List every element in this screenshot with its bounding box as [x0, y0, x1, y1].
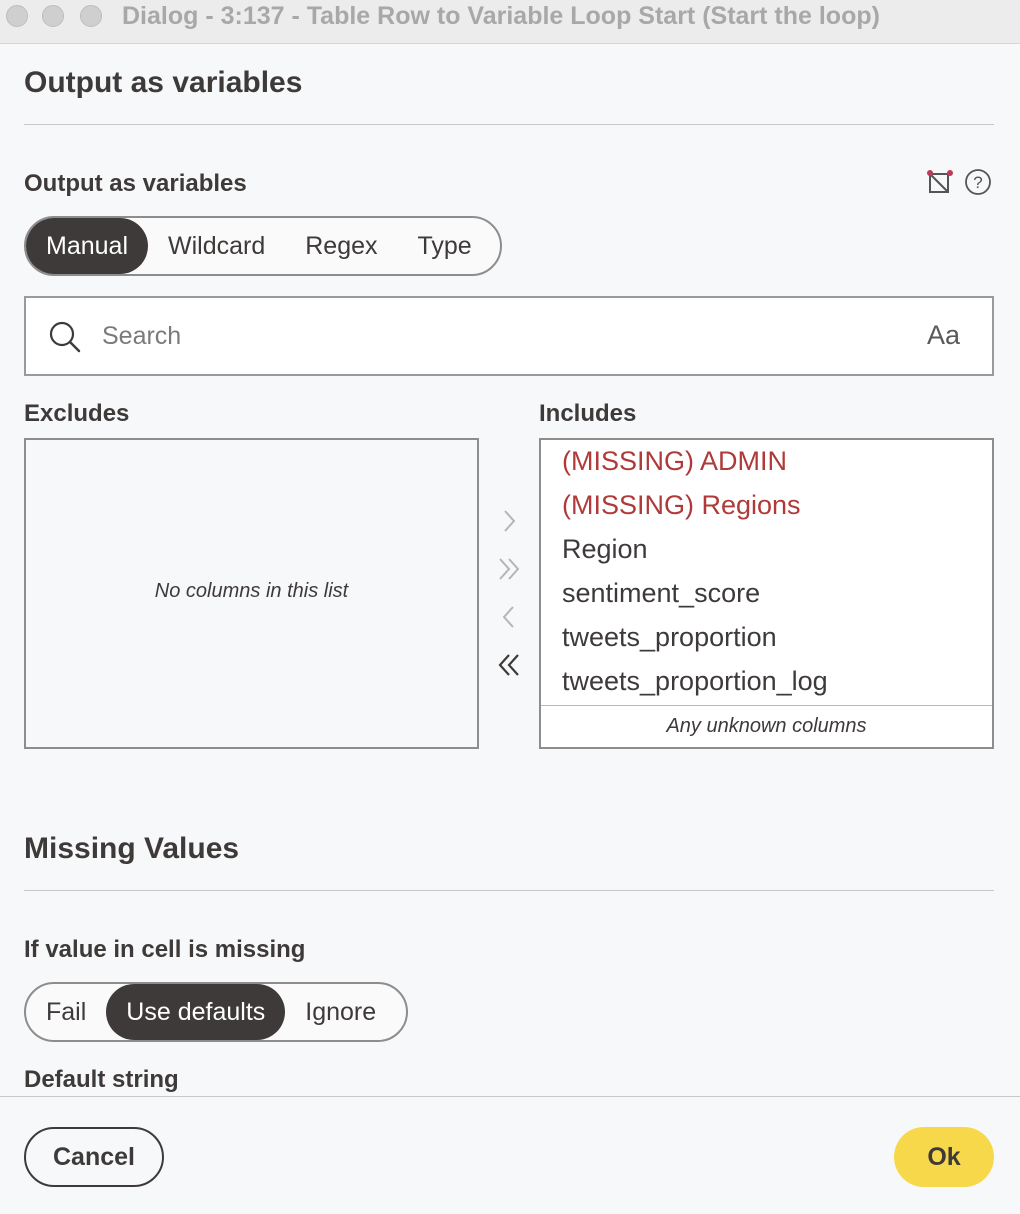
- help-icon[interactable]: ?: [964, 168, 992, 196]
- column-selection-mode-toggle: Manual Wildcard Regex Type: [24, 216, 502, 276]
- list-item[interactable]: (MISSING) ADMIN: [562, 446, 787, 477]
- move-right-icon[interactable]: [494, 506, 524, 536]
- flow-variable-icon[interactable]: [926, 168, 954, 196]
- ok-button[interactable]: Ok: [894, 1127, 994, 1187]
- any-unknown-columns-row[interactable]: Any unknown columns: [541, 705, 992, 747]
- column-search-box: Aa: [24, 296, 994, 376]
- missing-value-mode-toggle: Fail Use defaults Ignore: [24, 982, 408, 1042]
- excludes-list[interactable]: No columns in this list: [24, 438, 479, 749]
- option-use-defaults[interactable]: Use defaults: [106, 984, 286, 1040]
- window-title: Dialog - 3:137 - Table Row to Variable L…: [122, 2, 880, 30]
- output-section-heading: Output as variables: [24, 66, 303, 99]
- output-section-divider: [24, 124, 994, 125]
- missing-field-label: If value in cell is missing: [24, 936, 306, 963]
- move-left-icon[interactable]: [494, 602, 524, 632]
- mode-manual[interactable]: Manual: [26, 218, 148, 274]
- option-ignore[interactable]: Ignore: [285, 984, 396, 1040]
- excludes-title: Excludes: [24, 400, 130, 427]
- search-input[interactable]: [102, 316, 902, 356]
- missing-values-heading: Missing Values: [24, 832, 240, 865]
- move-all-left-icon[interactable]: [494, 650, 524, 680]
- default-string-label: Default string: [24, 1066, 179, 1093]
- includes-list[interactable]: (MISSING) ADMIN (MISSING) Regions Region…: [539, 438, 994, 749]
- list-item[interactable]: tweets_proportion_log: [562, 666, 828, 697]
- search-icon: [48, 320, 82, 359]
- excludes-empty-message: No columns in this list: [154, 580, 349, 602]
- list-item[interactable]: sentiment_score: [562, 578, 760, 609]
- zoom-window-button[interactable]: [80, 5, 102, 27]
- close-window-button[interactable]: [6, 5, 28, 27]
- move-all-right-icon[interactable]: [494, 554, 524, 584]
- list-item[interactable]: Region: [562, 534, 648, 565]
- list-item[interactable]: tweets_proportion: [562, 622, 777, 653]
- includes-title: Includes: [539, 400, 637, 427]
- list-item[interactable]: (MISSING) Regions: [562, 490, 801, 521]
- case-sensitive-toggle[interactable]: Aa: [927, 320, 960, 351]
- mode-wildcard[interactable]: Wildcard: [148, 218, 285, 274]
- missing-values-divider: [24, 890, 994, 891]
- mode-type[interactable]: Type: [398, 218, 492, 274]
- mode-regex[interactable]: Regex: [285, 218, 397, 274]
- dialog-footer: Cancel Ok: [0, 1096, 1020, 1214]
- svg-text:?: ?: [973, 173, 982, 192]
- window-titlebar: Dialog - 3:137 - Table Row to Variable L…: [0, 0, 1020, 44]
- minimize-window-button[interactable]: [42, 5, 64, 27]
- cancel-button[interactable]: Cancel: [24, 1127, 164, 1187]
- option-fail[interactable]: Fail: [26, 984, 106, 1040]
- output-field-label: Output as variables: [24, 170, 247, 197]
